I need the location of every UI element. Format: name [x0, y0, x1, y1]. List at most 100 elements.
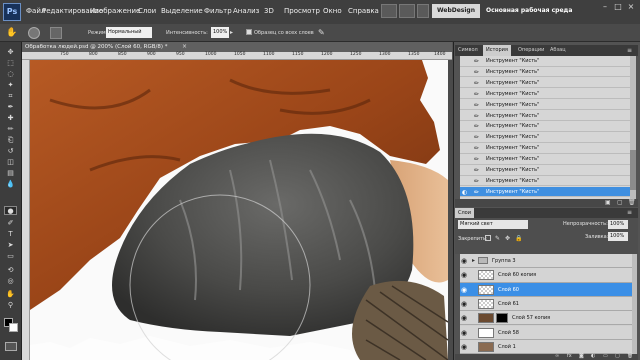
- fill-input[interactable]: 100%: [608, 232, 628, 241]
- eye-icon[interactable]: ◉: [461, 300, 469, 308]
- eye-icon[interactable]: ◉: [461, 343, 469, 351]
- maximize-icon[interactable]: □: [613, 2, 623, 12]
- workspace-webdesign-button[interactable]: WebDesign: [432, 4, 480, 18]
- eye-icon[interactable]: ◉: [461, 271, 469, 279]
- history-state[interactable]: ✏ Инструмент "Кисть": [460, 111, 630, 122]
- menu-filter[interactable]: Фильтр: [204, 7, 232, 15]
- lock-transparent-icon[interactable]: [485, 235, 491, 241]
- history-state[interactable]: ✏ Инструмент "Кисть": [460, 143, 630, 154]
- eye-icon[interactable]: ◉: [461, 314, 469, 322]
- layer-row[interactable]: ◉ Слой 1: [460, 339, 632, 355]
- blur-tool-preset-icon[interactable]: ✋: [6, 27, 18, 39]
- layer-row[interactable]: ◉ ▸ Группа 3: [460, 254, 632, 269]
- history-scroll-thumb[interactable]: [630, 150, 636, 190]
- delete-layer-icon[interactable]: 🗑: [627, 353, 633, 359]
- opacity-input[interactable]: 100%: [608, 220, 628, 229]
- arrange-documents-icon[interactable]: [399, 4, 415, 18]
- panel-menu-icon[interactable]: ≡: [627, 47, 632, 54]
- add-mask-icon[interactable]: ◙: [579, 353, 584, 359]
- history-state[interactable]: ✏ Инструмент "Кисть": [460, 154, 630, 165]
- background-color-swatch[interactable]: [9, 323, 18, 332]
- close-icon[interactable]: ×: [626, 2, 636, 12]
- quick-mask-icon[interactable]: [5, 342, 17, 351]
- screen-mode-icon[interactable]: [417, 4, 429, 18]
- history-state[interactable]: ✏ Инструмент "Кисть": [460, 56, 630, 67]
- menu-view[interactable]: Просмотр: [284, 7, 320, 15]
- history-brush-source-icon[interactable]: ◐: [462, 189, 470, 196]
- 3d-orbit-tool-icon[interactable]: ◎: [4, 277, 17, 286]
- intensity-input[interactable]: 100%: [211, 27, 229, 38]
- eye-icon[interactable]: ◉: [461, 329, 469, 337]
- menu-select[interactable]: Выделение: [161, 7, 203, 15]
- tab-history[interactable]: История: [483, 45, 511, 56]
- history-state[interactable]: ✏ Инструмент "Кисть": [460, 89, 630, 100]
- blend-mode-select[interactable]: Мягкий свет: [458, 220, 528, 229]
- launch-bridge-icon[interactable]: [381, 4, 397, 18]
- crop-tool-icon[interactable]: ⌗: [4, 92, 17, 101]
- lock-pixels-icon[interactable]: ✎: [495, 235, 500, 242]
- history-state[interactable]: ✏ Инструмент "Кисть": [460, 132, 630, 143]
- brush-picker-icon[interactable]: [28, 27, 40, 39]
- document-canvas[interactable]: [30, 60, 448, 360]
- new-document-icon[interactable]: ▢: [617, 199, 623, 206]
- lock-position-icon[interactable]: ✥: [505, 235, 510, 242]
- history-state[interactable]: ✏ Инструмент "Кисть": [460, 165, 630, 176]
- link-layers-icon[interactable]: ∞: [555, 353, 559, 359]
- new-layer-icon[interactable]: ▢: [615, 353, 620, 359]
- history-state[interactable]: ✏ Инструмент "Кисть": [460, 121, 630, 132]
- shape-tool-icon[interactable]: ▭: [4, 252, 17, 261]
- 3d-rotate-tool-icon[interactable]: ⟲: [4, 266, 17, 275]
- minimize-icon[interactable]: –: [600, 2, 610, 12]
- lock-all-icon[interactable]: 🔒: [515, 235, 522, 242]
- history-state[interactable]: ✏ Инструмент "Кисть": [460, 67, 630, 78]
- collapse-arrow-icon[interactable]: ▸: [472, 257, 475, 264]
- clone-stamp-tool-icon[interactable]: ⎗: [4, 136, 17, 145]
- eyedropper-tool-icon[interactable]: ✒: [4, 103, 17, 112]
- layer-row-selected[interactable]: ◉ Слой 60: [460, 282, 632, 297]
- layer-style-icon[interactable]: fx: [567, 353, 572, 359]
- layer-row[interactable]: ◉ Слой 58: [460, 325, 632, 340]
- tab-actions[interactable]: Операции: [515, 45, 547, 56]
- move-tool-icon[interactable]: ✥: [4, 48, 17, 57]
- history-state[interactable]: ✏ Инструмент "Кисть": [460, 78, 630, 89]
- pressure-tablet-icon[interactable]: ✎: [318, 28, 328, 38]
- layers-menu-icon[interactable]: ≡: [627, 209, 632, 216]
- history-state-current[interactable]: ◐ ✏ Инструмент "Кисть": [460, 186, 630, 198]
- menu-image[interactable]: Изображение: [90, 7, 140, 15]
- zoom-tool-icon[interactable]: ⚲: [4, 301, 17, 310]
- path-select-tool-icon[interactable]: ➤: [4, 241, 17, 250]
- layer-mask-thumbnail[interactable]: [496, 313, 508, 324]
- type-tool-icon[interactable]: T: [4, 230, 17, 239]
- tab-character[interactable]: Символ: [455, 45, 481, 56]
- menu-analysis[interactable]: Анализ: [233, 7, 259, 15]
- hand-tool-icon[interactable]: ✋: [4, 290, 17, 299]
- mode-select[interactable]: Нормальный: [106, 27, 152, 38]
- trash-icon[interactable]: 🗑: [628, 199, 636, 206]
- quick-select-tool-icon[interactable]: ✦: [4, 81, 17, 90]
- history-state[interactable]: ✏ Инструмент "Кисть": [460, 100, 630, 111]
- document-tab[interactable]: Обработка людей.psd @ 200% (Слой 60, RGB…: [22, 42, 452, 52]
- new-snapshot-icon[interactable]: ▣: [605, 199, 611, 206]
- eye-icon[interactable]: ◉: [461, 257, 469, 265]
- gradient-tool-icon[interactable]: ▤: [4, 169, 17, 178]
- brush-panel-toggle-icon[interactable]: [50, 27, 62, 39]
- sample-all-layers-checkbox[interactable]: [246, 29, 252, 35]
- blur-tool-icon[interactable]: 💧: [4, 180, 17, 189]
- brush-tool-icon[interactable]: ✏: [4, 125, 17, 134]
- adjustment-layer-icon[interactable]: ◐: [591, 353, 595, 359]
- pen-tool-icon[interactable]: ✐: [4, 219, 17, 228]
- layer-row[interactable]: ◉ Слой 61: [460, 296, 632, 312]
- marquee-tool-icon[interactable]: ⬚: [4, 59, 17, 68]
- menu-3d[interactable]: 3D: [264, 7, 274, 15]
- layer-row[interactable]: ◉ Слой 60 копия: [460, 268, 632, 283]
- tab-layers[interactable]: Слои: [455, 208, 474, 218]
- lasso-tool-icon[interactable]: ◌: [4, 70, 17, 79]
- history-brush-tool-icon[interactable]: ↺: [4, 147, 17, 156]
- layer-row[interactable]: ◉ Слой 57 копия: [460, 311, 632, 326]
- menu-help[interactable]: Справка: [348, 7, 379, 15]
- menu-layers[interactable]: Слои: [138, 7, 156, 15]
- eraser-tool-icon[interactable]: ◫: [4, 158, 17, 167]
- tab-paragraph[interactable]: Абзац: [547, 45, 569, 56]
- close-document-icon[interactable]: ×: [182, 43, 187, 50]
- workspace-essentials-label[interactable]: Основная рабочая среда: [486, 7, 572, 14]
